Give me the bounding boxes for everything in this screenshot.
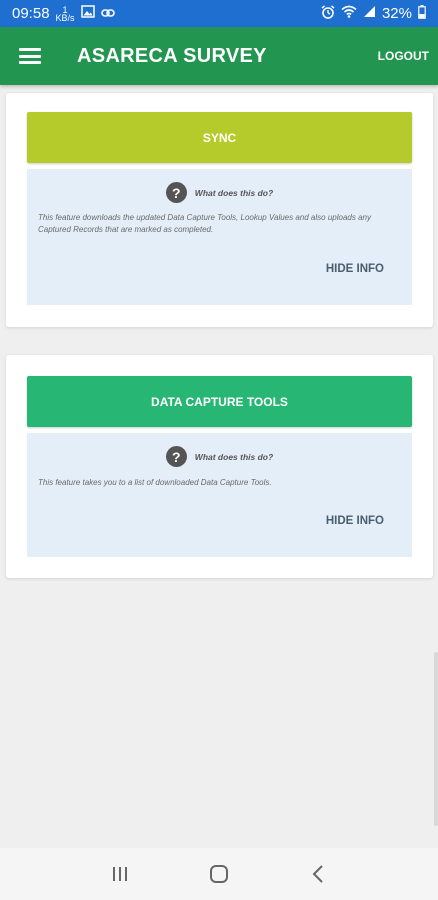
data-capture-info-text: This feature takes you to a list of down… [38,478,272,487]
sync-card: SYNC ? What does this do? This feature d… [6,93,433,327]
question-icon: ? [165,182,187,203]
data-capture-info-panel: ? What does this do? This feature takes … [27,433,412,557]
sync-info-text: This feature downloads the updated Data … [38,213,371,234]
status-bar: 09:58 1 KB/s 32% [0,0,438,27]
sync-hide-info-button[interactable]: HIDE INFO [326,263,384,275]
sync-info-title: What does this do? [194,187,274,198]
data-capture-card: DATA CAPTURE TOOLS ? What does this do? … [6,355,433,578]
sync-button[interactable]: SYNC [27,112,412,163]
recent-apps-icon [112,867,127,881]
logout-button[interactable]: LOGOUT [378,49,429,63]
home-button[interactable] [199,854,239,894]
menu-button[interactable] [0,27,60,85]
sync-info-header: ? What does this do? [27,182,412,203]
scroll-handle[interactable] [434,652,438,826]
hamburger-icon [19,48,41,64]
sync-info-panel: ? What does this do? This feature downlo… [27,169,412,305]
network-speed-unit: KB/s [55,12,75,23]
data-capture-info-header: ? What does this do? [27,446,412,467]
navigation-bar [0,848,438,900]
wifi-icon [341,5,357,22]
app-title: ASARECA SURVEY [77,44,267,67]
signal-icon [363,5,376,22]
back-icon [312,865,324,883]
data-capture-info-title: What does this do? [194,451,274,462]
status-time: 09:58 [12,5,50,22]
alarm-icon [321,4,335,23]
question-icon: ? [165,446,187,467]
back-button[interactable] [298,854,338,894]
app-bar: ASARECA SURVEY LOGOUT [0,27,438,85]
recent-apps-button[interactable] [100,854,140,894]
battery-percent: 32% [381,5,412,22]
image-icon [80,5,95,22]
battery-icon [418,4,426,23]
data-capture-hide-info-button[interactable]: HIDE INFO [326,515,384,527]
home-icon [209,865,228,883]
data-capture-tools-button[interactable]: DATA CAPTURE TOOLS [27,376,412,427]
network-speed: 1 KB/s [55,5,75,23]
link-icon [100,5,115,22]
